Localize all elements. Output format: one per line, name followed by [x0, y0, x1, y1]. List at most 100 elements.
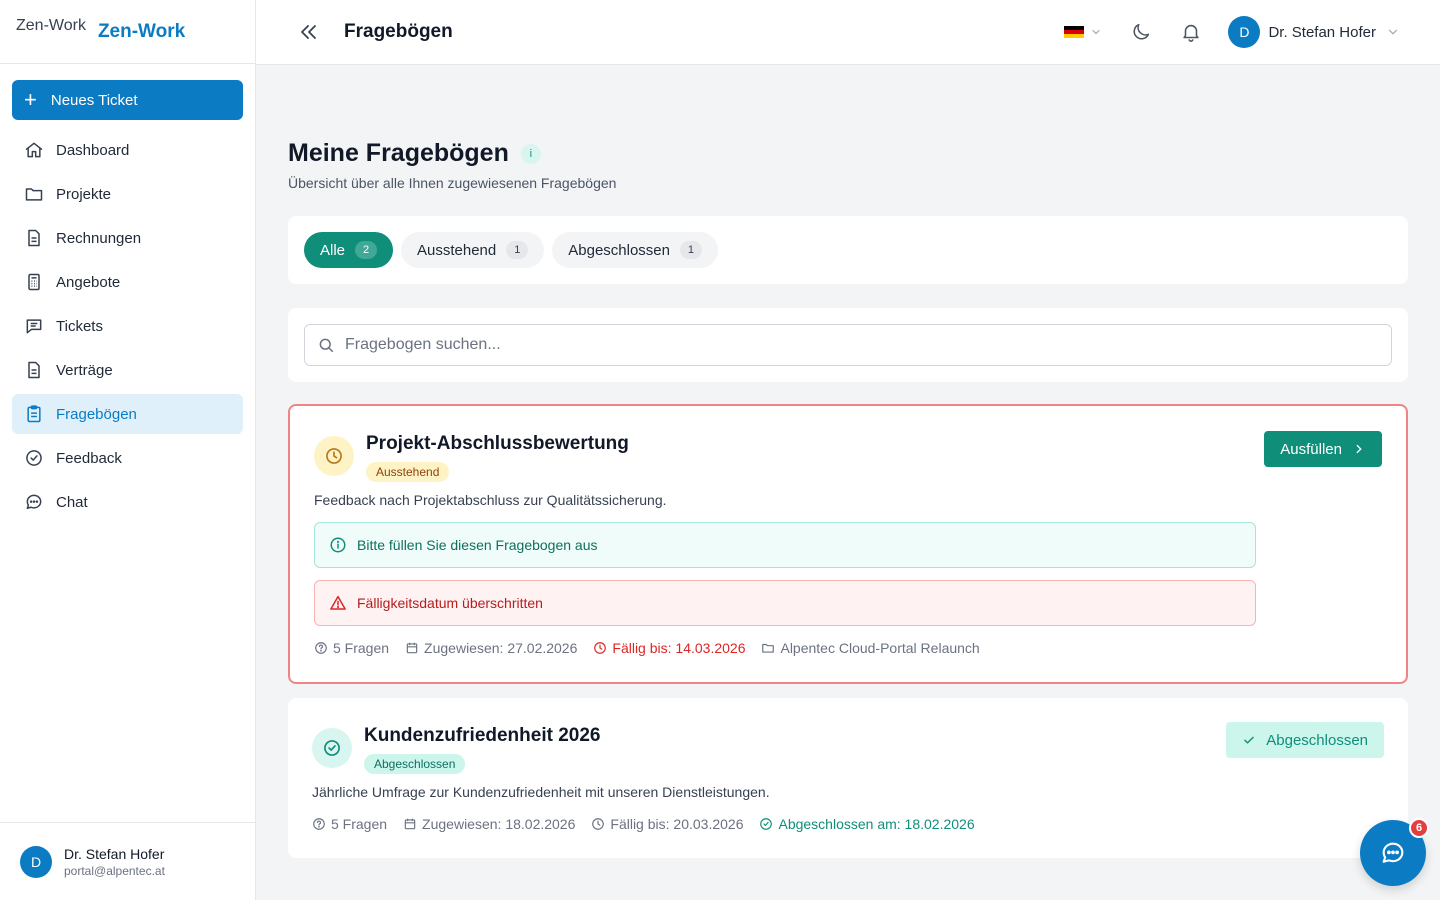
project-text: Alpentec Cloud-Portal Relaunch [780, 640, 980, 656]
search-input[interactable] [345, 336, 1245, 354]
due-text: Fällig bis: 20.03.2026 [610, 816, 744, 832]
questionnaire-meta: 5 Fragen Zugewiesen: 27.02.2026 Fällig b… [314, 640, 996, 656]
language-selector[interactable] [1064, 26, 1102, 38]
questions-count: 5 Fragen [314, 640, 389, 656]
filter-all[interactable]: Alle 2 [304, 232, 394, 268]
questionnaire-card: Projekt-Abschlussbewertung Ausstehend Au… [288, 404, 1408, 684]
sidebar-item-angebote[interactable]: Angebote [12, 262, 243, 302]
check-status-icon [312, 728, 352, 768]
warning-notice: Fälligkeitsdatum überschritten [314, 580, 1256, 626]
brand[interactable]: Zen-Work Zen-Work [0, 0, 255, 64]
avatar: D [20, 845, 52, 878]
filter-completed[interactable]: Abgeschlossen 1 [552, 232, 718, 268]
plus-icon: + [24, 87, 37, 112]
header-user-name: Dr. Stefan Hofer [1268, 23, 1376, 41]
sidebar-item-label: Chat [56, 493, 88, 511]
sidebar-item-chat[interactable]: Chat [12, 482, 243, 522]
chevron-down-icon [1388, 29, 1398, 35]
document-icon [28, 229, 40, 247]
sidebar-item-label: Verträge [56, 361, 113, 379]
sidebar-item-tickets[interactable]: Tickets [12, 306, 243, 346]
clock-icon [594, 642, 607, 654]
sidebar-item-label: Dashboard [56, 141, 130, 159]
project-link: Alpentec Cloud-Portal Relaunch [761, 640, 980, 656]
chat-bubble-icon [26, 494, 42, 509]
assigned-date: Zugewiesen: 27.02.2026 [405, 640, 577, 656]
sidebar-item-projekte[interactable]: Projekte [12, 174, 243, 214]
search-box [304, 324, 1392, 366]
folder-icon [25, 188, 43, 201]
document-icon [28, 361, 40, 379]
page-title: Meine Fragebögen [288, 139, 509, 167]
german-flag-icon [1064, 26, 1085, 38]
avatar: D [1228, 16, 1261, 48]
sidebar-item-label: Feedback [56, 449, 122, 467]
due-date: Fällig bis: 20.03.2026 [591, 816, 743, 832]
info-icon[interactable]: i [520, 143, 541, 164]
sidebar: Zen-Work Zen-Work + Neues Ticket Dashboa… [0, 0, 256, 900]
chat-bubble-icon [1382, 842, 1404, 863]
questionnaire-description: Feedback nach Projektabschluss zur Quali… [314, 492, 667, 508]
sidebar-item-label: Angebote [56, 273, 121, 291]
sidebar-item-label: Fragebögen [56, 405, 137, 423]
user-email: portal@alpentec.at [64, 863, 165, 878]
moon-icon[interactable] [1130, 21, 1152, 43]
brand-logo: Zen-Work [16, 16, 86, 34]
assigned-text: Zugewiesen: 27.02.2026 [424, 640, 578, 656]
header-user-menu[interactable]: D Dr. Stefan Hofer [1228, 16, 1400, 48]
assigned-date: Zugewiesen: 18.02.2026 [403, 816, 575, 832]
filter-bar: Alle 2 Ausstehend 1 Abgeschlossen 1 [288, 216, 1408, 284]
questionnaire-meta: 5 Fragen Zugewiesen: 18.02.2026 Fällig b… [312, 816, 991, 832]
sidebar-item-vertraege[interactable]: Verträge [12, 350, 243, 390]
calculator-icon [28, 273, 40, 291]
brand-name: Zen-Work [97, 20, 186, 42]
message-square-icon [26, 319, 42, 334]
questions-text: 5 Fragen [331, 816, 388, 832]
sidebar-item-feedback[interactable]: Feedback [12, 438, 243, 478]
fill-out-label: Ausfüllen [1280, 440, 1342, 458]
sidebar-item-label: Tickets [56, 317, 103, 335]
questionnaire-card: Kundenzufriedenheit 2026 Abgeschlossen A… [288, 698, 1408, 858]
question-circle-icon [313, 818, 325, 830]
bell-icon[interactable] [1180, 21, 1202, 43]
sidebar-item-dashboard[interactable]: Dashboard [12, 130, 243, 170]
collapse-sidebar-icon[interactable] [296, 20, 320, 44]
sidebar-item-frageboegen[interactable]: Fragebögen [12, 394, 243, 434]
question-circle-icon [315, 642, 327, 654]
completed-text: Abgeschlossen am: 18.02.2026 [778, 816, 975, 832]
info-notice: Bitte füllen Sie diesen Fragebogen aus [314, 522, 1256, 568]
chevron-right-icon [1356, 444, 1362, 454]
questionnaire-title: Kundenzufriedenheit 2026 [364, 725, 601, 746]
questions-count: 5 Fragen [312, 816, 387, 832]
due-date: Fällig bis: 14.03.2026 [593, 640, 745, 656]
info-notice-text: Bitte füllen Sie diesen Fragebogen aus [357, 537, 598, 553]
calendar-icon [406, 642, 418, 654]
status-badge: Ausstehend [366, 462, 450, 482]
warning-triangle-icon [330, 595, 346, 610]
fill-out-button[interactable]: Ausfüllen [1264, 431, 1382, 467]
due-text: Fällig bis: 14.03.2026 [612, 640, 746, 656]
clock-icon [592, 818, 605, 830]
filter-label: Alle [320, 241, 346, 259]
filter-pending[interactable]: Ausstehend 1 [401, 232, 545, 268]
new-ticket-label: Neues Ticket [50, 91, 138, 109]
check-icon [1244, 736, 1255, 744]
page-heading: Fragebögen [344, 21, 453, 42]
questionnaire-description: Jährliche Umfrage zur Kundenzufriedenhei… [312, 784, 770, 800]
filter-count: 2 [355, 241, 378, 259]
folder-icon [762, 643, 775, 653]
info-circle-icon [330, 537, 346, 553]
sidebar-item-label: Projekte [56, 185, 112, 203]
sidebar-item-rechnungen[interactable]: Rechnungen [12, 218, 243, 258]
home-icon [25, 142, 43, 158]
check-circle-icon [760, 818, 773, 830]
completed-button[interactable]: Abgeschlossen [1226, 722, 1384, 758]
sidebar-user[interactable]: D Dr. Stefan Hofer portal@alpentec.at [0, 822, 255, 900]
assigned-text: Zugewiesen: 18.02.2026 [422, 816, 576, 832]
filter-label: Ausstehend [417, 241, 497, 259]
page-subtitle: Übersicht über alle Ihnen zugewiesenen F… [288, 175, 617, 191]
sidebar-item-label: Rechnungen [56, 229, 142, 247]
new-ticket-button[interactable]: + Neues Ticket [12, 80, 243, 120]
clipboard-icon [27, 405, 41, 423]
completed-label: Abgeschlossen [1266, 731, 1368, 749]
